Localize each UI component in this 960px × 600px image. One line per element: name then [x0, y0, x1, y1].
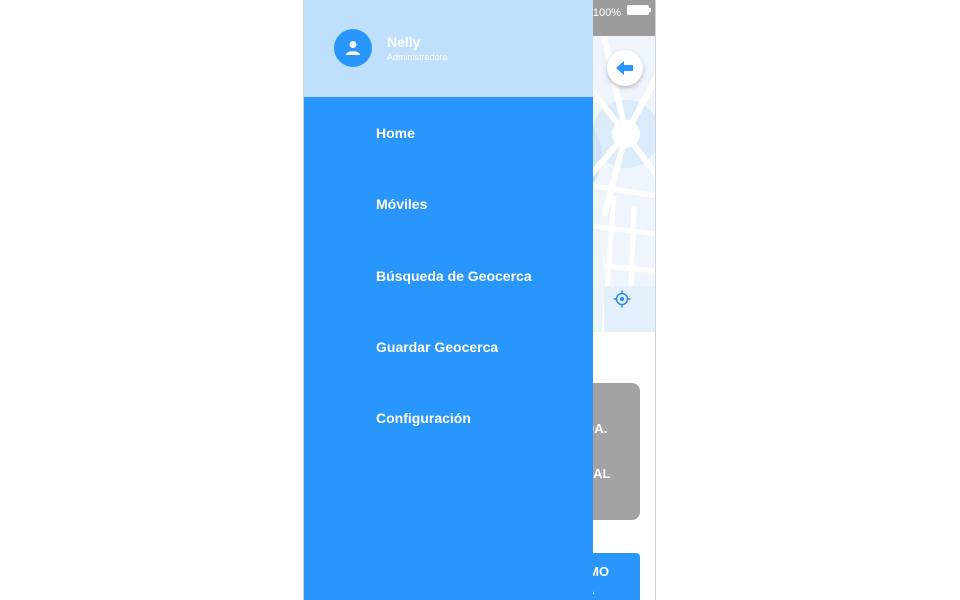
crosshair-icon	[613, 290, 631, 308]
menu-item-configuracion[interactable]: Configuración	[376, 410, 471, 426]
user-role: Administradora	[387, 52, 448, 62]
menu-item-busqueda-geocerca[interactable]: Búsqueda de Geocerca	[376, 268, 532, 284]
menu-item-moviles[interactable]: Móviles	[376, 196, 427, 212]
back-button[interactable]	[607, 50, 643, 86]
person-icon	[346, 41, 360, 55]
drawer-header: Nelly Administradora	[304, 0, 593, 97]
user-name: Nelly	[387, 34, 421, 50]
navigation-drawer: Nelly Administradora Home Móviles Búsque…	[304, 0, 593, 600]
locate-button[interactable]	[613, 290, 631, 308]
phone-screen: 100% LTDA. ORIAL OMO TA	[303, 0, 656, 600]
avatar[interactable]	[334, 29, 372, 67]
battery-icon	[627, 5, 651, 15]
arrow-left-icon	[616, 61, 633, 75]
menu-item-guardar-geocerca[interactable]: Guardar Geocerca	[376, 339, 498, 355]
battery-percentage: 100%	[592, 7, 621, 19]
menu-item-home[interactable]: Home	[376, 125, 415, 141]
